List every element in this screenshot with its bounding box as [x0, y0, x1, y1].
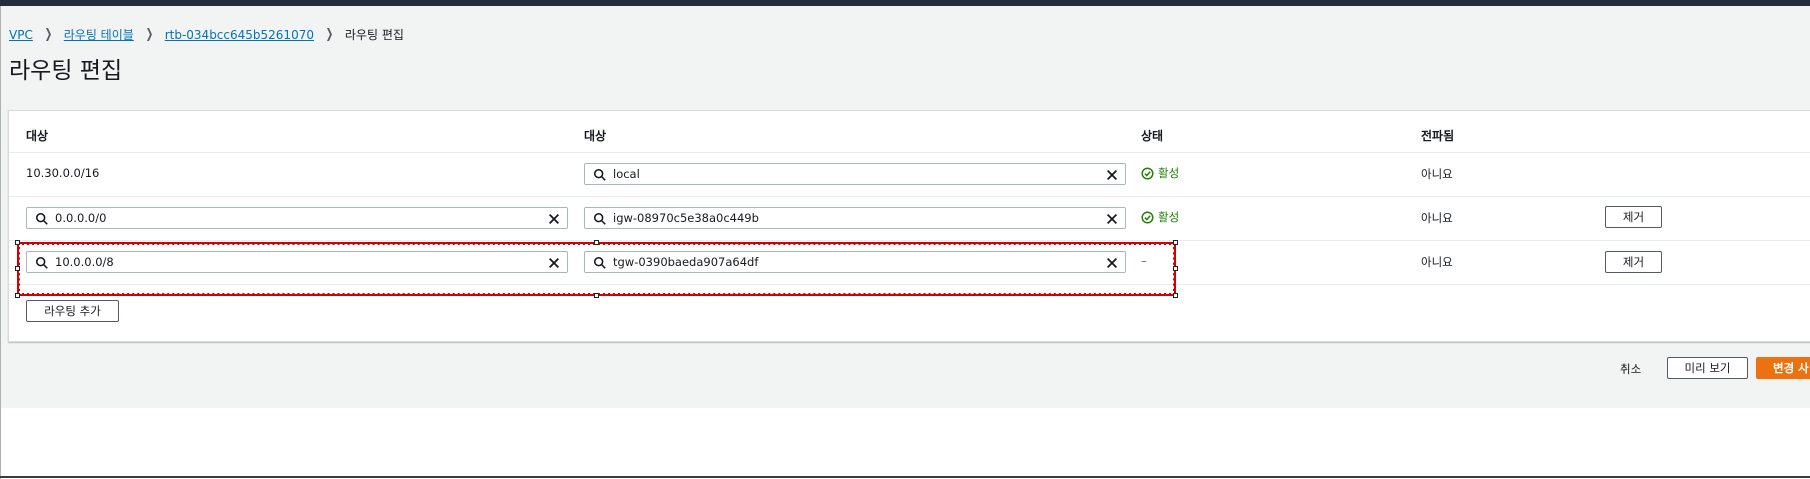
- destination-search-field[interactable]: [26, 207, 568, 229]
- resize-handle[interactable]: [1173, 266, 1178, 271]
- row-divider: [9, 240, 1810, 241]
- cancel-button[interactable]: 취소: [1620, 361, 1641, 377]
- routes-panel: 대상 대상 상태 전파됨 10.30.0.0/16 활성 아니요: [8, 110, 1810, 342]
- remove-button[interactable]: 제거: [1605, 206, 1662, 228]
- preview-button[interactable]: 미리 보기: [1667, 357, 1748, 379]
- status-text: 활성: [1158, 210, 1180, 224]
- status-badge: 활성: [1141, 165, 1179, 181]
- status-ok-icon: [1141, 210, 1154, 224]
- propagated-text: 아니요: [1421, 255, 1453, 269]
- selection-box[interactable]: [17, 242, 1176, 296]
- resize-handle[interactable]: [1173, 293, 1178, 298]
- breadcrumb-vpc[interactable]: VPC: [9, 28, 33, 42]
- search-icon: [593, 168, 606, 181]
- resize-handle[interactable]: [15, 266, 20, 271]
- chevron-right-icon: ❯: [44, 27, 53, 42]
- save-changes-button[interactable]: 변경 사: [1756, 357, 1810, 379]
- row-divider: [9, 196, 1810, 197]
- status-text: 활성: [1158, 166, 1180, 180]
- search-icon: [35, 212, 48, 225]
- column-header-target: 대상: [584, 129, 607, 143]
- breadcrumb-route-tables[interactable]: 라우팅 테이블: [64, 26, 134, 43]
- resize-handle[interactable]: [594, 293, 599, 298]
- search-icon: [593, 212, 606, 225]
- chevron-right-icon: ❯: [325, 27, 334, 42]
- propagated-text: 아니요: [1421, 167, 1453, 181]
- breadcrumb-current: 라우팅 편집: [344, 28, 404, 42]
- page-title: 라우팅 편집: [9, 58, 123, 84]
- window-edge: [0, 476, 1810, 478]
- chevron-right-icon: ❯: [145, 27, 154, 42]
- destination-text: 10.30.0.0/16: [26, 166, 100, 180]
- target-input[interactable]: [613, 210, 1093, 226]
- row-divider: [9, 152, 1810, 153]
- breadcrumb: VPC ❯ 라우팅 테이블 ❯ rtb-034bcc645b5261070 ❯ …: [9, 26, 404, 43]
- column-header-status: 상태: [1141, 129, 1164, 143]
- window-edge: [0, 6, 1, 479]
- clear-icon[interactable]: [1105, 212, 1119, 226]
- resize-handle[interactable]: [594, 240, 599, 245]
- status-badge: 활성: [1141, 209, 1179, 225]
- clear-icon[interactable]: [547, 212, 561, 226]
- resize-handle[interactable]: [15, 240, 20, 245]
- target-search-field[interactable]: [584, 163, 1126, 185]
- add-route-button[interactable]: 라우팅 추가: [26, 300, 119, 322]
- target-search-field[interactable]: [584, 207, 1126, 229]
- breadcrumb-route-table-id[interactable]: rtb-034bcc645b5261070: [165, 28, 314, 42]
- resize-handle[interactable]: [15, 293, 20, 298]
- clear-icon[interactable]: [1105, 168, 1119, 182]
- resize-handle[interactable]: [1173, 240, 1178, 245]
- target-input[interactable]: [613, 166, 1093, 182]
- propagated-text: 아니요: [1421, 211, 1453, 225]
- destination-input[interactable]: [55, 210, 535, 226]
- status-ok-icon: [1141, 166, 1154, 180]
- column-header-propagated: 전파됨: [1421, 129, 1455, 143]
- remove-button[interactable]: 제거: [1605, 251, 1662, 273]
- column-header-destination: 대상: [26, 129, 49, 143]
